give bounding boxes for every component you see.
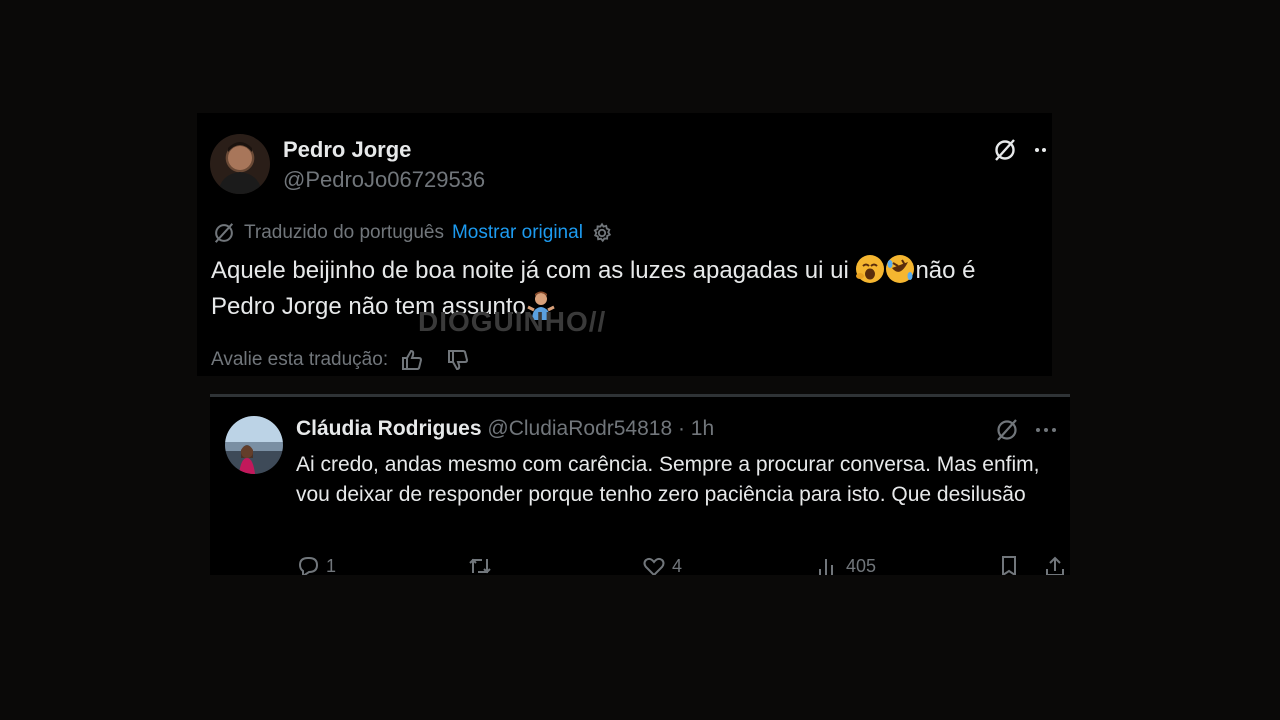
reply-author-handle[interactable]: @CludiaRodr54818	[487, 417, 672, 440]
rate-label: Avalie esta tradução:	[211, 349, 389, 370]
replies-count: 1	[326, 555, 337, 576]
more-icon[interactable]	[1034, 419, 1058, 441]
translated-label: Traduzido do português	[244, 222, 444, 243]
translation-bar: Traduzido do português Mostrar original	[212, 221, 613, 245]
settings-icon[interactable]	[591, 222, 613, 244]
reply-card: Cláudia Rodrigues @CludiaRodr54818 · 1h …	[210, 394, 1070, 575]
watermark: DIOGUINHO//	[418, 306, 607, 337]
thumbs-up-icon[interactable]	[400, 348, 424, 372]
reply-avatar[interactable]	[225, 416, 283, 474]
more-icon[interactable]	[1031, 139, 1053, 161]
retweet-button[interactable]	[468, 555, 492, 575]
rate-translation: Avalie esta tradução:	[211, 348, 470, 372]
show-original-link[interactable]: Mostrar original	[452, 222, 583, 244]
tweet-text-line1: Aquele beijinho de boa noite já com as l…	[211, 257, 856, 284]
reply-header: Cláudia Rodrigues @CludiaRodr54818 · 1h	[296, 417, 714, 441]
views-button[interactable]: 405	[816, 555, 876, 575]
author-name[interactable]: Pedro Jorge	[283, 137, 411, 163]
grok-icon[interactable]	[990, 135, 1020, 165]
rofl-emoji	[885, 255, 915, 284]
likes-count: 4	[672, 555, 683, 576]
yawn-emoji	[855, 255, 885, 284]
share-button[interactable]	[1044, 555, 1066, 575]
views-count: 405	[846, 555, 877, 576]
reply-time[interactable]: · 1h	[678, 417, 714, 440]
action-bar: 1 4 405	[296, 555, 1066, 575]
thumbs-down-icon[interactable]	[446, 348, 470, 372]
reply-text: Ai credo, andas mesmo com carência. Semp…	[296, 453, 1040, 506]
tweet-card: Pedro Jorge @PedroJo06729536 Traduzido d…	[197, 113, 1052, 376]
tweet-text: Aquele beijinho de boa noite já com as l…	[211, 253, 1051, 325]
reply-button[interactable]: 1	[296, 555, 336, 575]
author-handle[interactable]: @PedroJo06729536	[283, 167, 485, 193]
translate-icon	[212, 221, 236, 245]
like-button[interactable]: 4	[642, 555, 682, 575]
avatar[interactable]	[210, 134, 270, 194]
grok-icon[interactable]	[992, 415, 1022, 445]
tweet-text-line1-tail: não é	[915, 257, 976, 284]
bookmark-button[interactable]	[998, 555, 1020, 575]
reply-author-name[interactable]: Cláudia Rodrigues	[296, 417, 482, 440]
